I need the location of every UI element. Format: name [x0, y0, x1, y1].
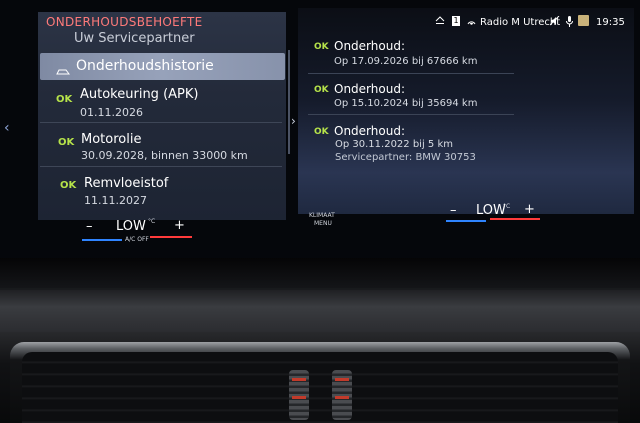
- microphone-icon: [566, 16, 573, 30]
- vent-indicator: [292, 378, 306, 381]
- entry-title: Onderhoud:: [334, 82, 405, 96]
- temp-down-right-button[interactable]: –: [450, 203, 457, 218]
- eject-icon: [435, 15, 445, 28]
- ok-badge: OK: [60, 180, 77, 191]
- list-item-title: Remvloeistof: [84, 176, 169, 191]
- list-item-date: 11.11.2027: [84, 194, 147, 207]
- ok-badge: OK: [314, 127, 329, 137]
- temp-right-value: LOW: [476, 203, 506, 218]
- temp-up-left-button[interactable]: +: [174, 218, 185, 233]
- list-item-engine-oil[interactable]: OK Motorolie 30.09.2028, binnen 33000 km: [40, 124, 282, 167]
- ok-badge: OK: [314, 42, 329, 52]
- maintenance-history-item[interactable]: Onderhoudshistorie: [40, 53, 285, 80]
- list-item-apk[interactable]: OK Autokeuring (APK) 01.11.2026: [40, 82, 282, 123]
- radio-station: Radio M Utrecht: [480, 17, 561, 28]
- vent-indicator: [292, 396, 306, 399]
- climate-menu-label[interactable]: KLIMAAT: [309, 212, 335, 219]
- panel-title: ONDERHOUDSBEHOEFTE: [46, 15, 203, 29]
- vent-right-adjuster[interactable]: [332, 370, 352, 420]
- entry-title: Onderhoud:: [334, 124, 405, 138]
- vent-left-adjuster[interactable]: [289, 370, 309, 420]
- entry-detail: Op 15.10.2024 bij 35694 km: [334, 98, 478, 109]
- air-vent-slats: [22, 352, 618, 423]
- temp-left-warm-bar: [150, 236, 192, 238]
- chevron-left-icon[interactable]: ‹: [4, 120, 10, 136]
- ok-badge: OK: [314, 85, 329, 95]
- ok-badge: OK: [56, 94, 73, 105]
- entry-divider: [308, 73, 514, 74]
- service-partner-item[interactable]: Uw Servicepartner: [74, 31, 195, 46]
- list-item-date: 30.09.2028, binnen 33000 km: [81, 149, 248, 162]
- entry-partner: Servicepartner: BMW 30753: [335, 152, 476, 163]
- temp-left-unit: °C: [148, 218, 156, 225]
- temp-right-unit: °C: [503, 203, 511, 210]
- list-item-title: Autokeuring (APK): [80, 87, 199, 102]
- vent-indicator: [335, 378, 349, 381]
- entry-detail: Op 30.11.2022 bij 5 km: [335, 139, 453, 150]
- chevron-right-icon[interactable]: ›: [291, 114, 296, 128]
- climate-menu-label-2[interactable]: MENU: [314, 220, 332, 227]
- profile-avatar[interactable]: [578, 15, 589, 26]
- clock: 19:35: [596, 17, 625, 28]
- list-item-title: Motorolie: [81, 132, 142, 147]
- entry-detail: Op 17.09.2026 bij 67666 km: [334, 56, 478, 67]
- ac-status[interactable]: A/C OFF: [125, 236, 149, 243]
- temp-right-warm-bar: [490, 218, 540, 220]
- temp-up-right-button[interactable]: +: [524, 202, 535, 217]
- entry-divider: [308, 114, 514, 115]
- maintenance-history-label: Onderhoudshistorie: [76, 58, 214, 74]
- entry-title: Onderhoud:: [334, 39, 405, 53]
- temp-left-value: LOW: [116, 219, 146, 234]
- temp-right-cool-bar: [446, 220, 486, 222]
- dashboard-trim: [0, 290, 640, 332]
- list-item-brake-fluid[interactable]: OK Remvloeistof 11.11.2027: [40, 168, 282, 212]
- temp-down-left-button[interactable]: –: [86, 219, 93, 234]
- mute-icon: [549, 15, 560, 29]
- ok-badge: OK: [58, 137, 75, 148]
- radio-icon: [466, 15, 477, 29]
- car-history-icon: [56, 61, 70, 80]
- vent-indicator: [335, 396, 349, 399]
- list-item-date: 01.11.2026: [80, 106, 143, 119]
- temp-left-cool-bar: [82, 239, 122, 241]
- screen-bezel: [0, 258, 640, 288]
- list-scrollbar[interactable]: [288, 50, 290, 154]
- notification-badge: 1: [452, 16, 460, 26]
